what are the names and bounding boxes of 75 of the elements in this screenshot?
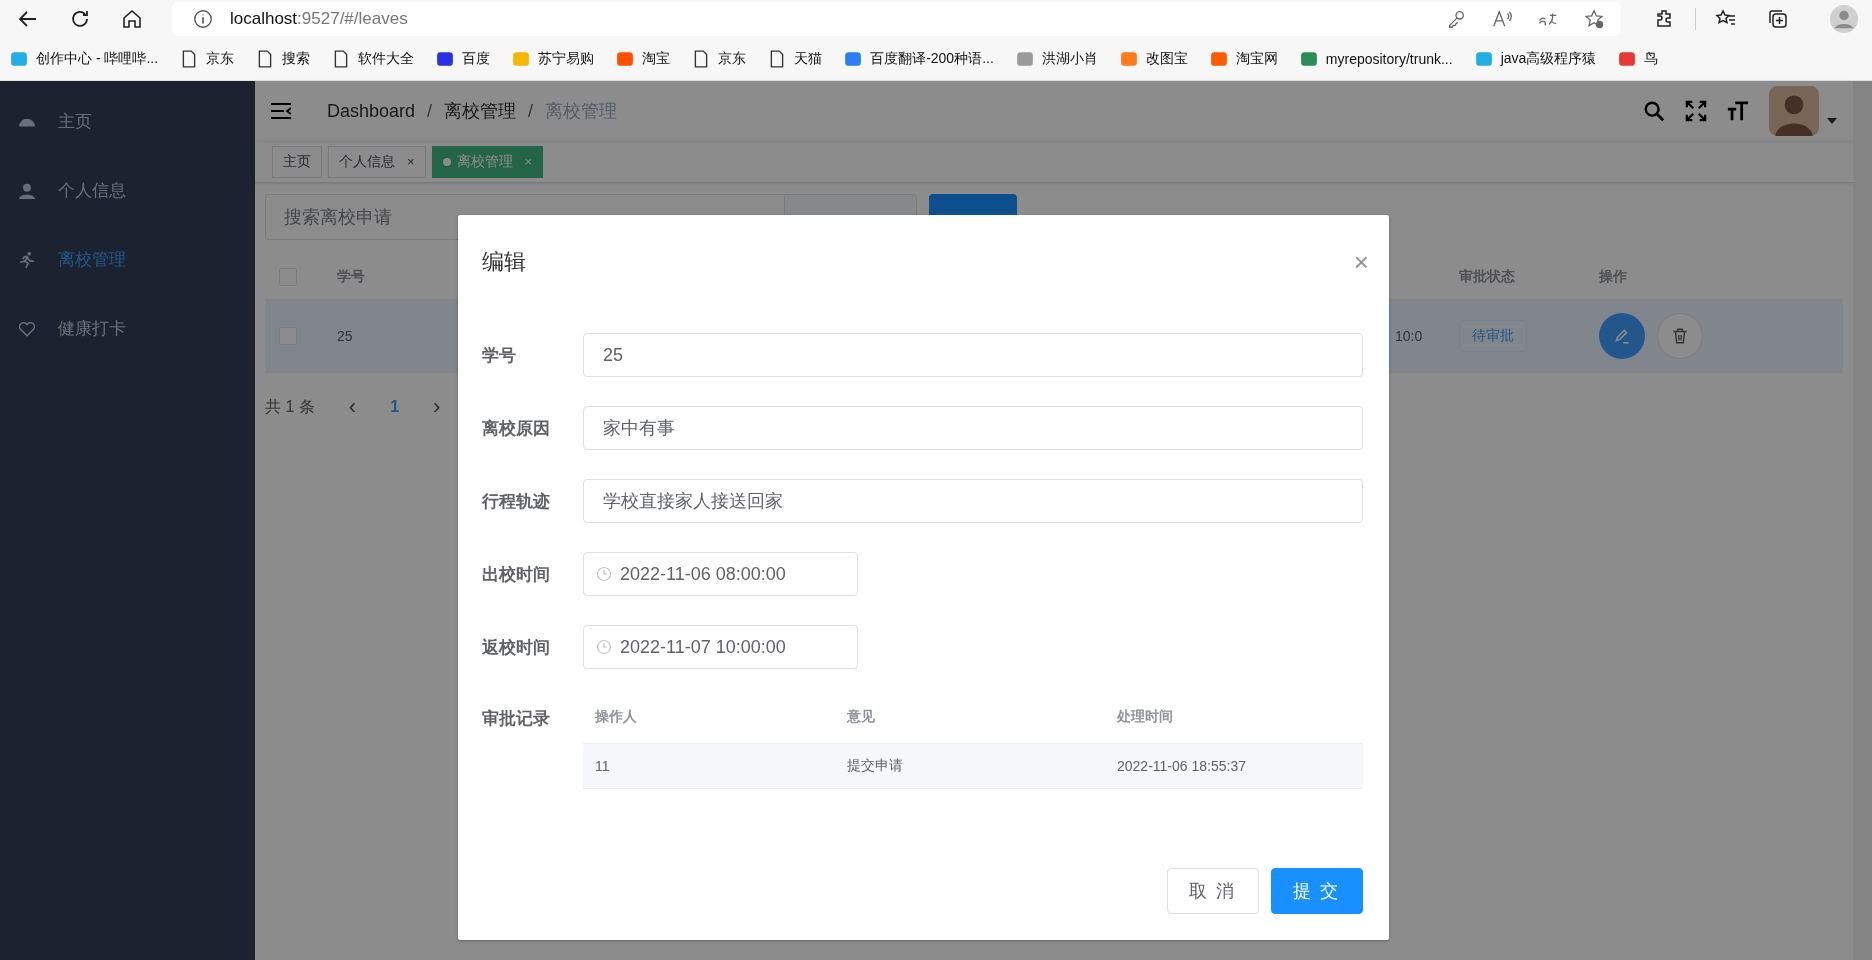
submit-button[interactable]: 提 交 [1271, 868, 1363, 914]
column-header: 审批状态 [1459, 268, 1515, 284]
heart-icon [18, 319, 36, 338]
breadcrumb-link[interactable]: Dashboard [327, 100, 416, 122]
bookmark[interactable]: 淘宝网 [1209, 50, 1278, 68]
field-label: 学号 [482, 344, 517, 367]
scrollbar[interactable] [1853, 81, 1872, 960]
bookmark[interactable]: 改图宝 [1119, 50, 1188, 68]
text-field[interactable]: 学校直接家人接送回家 [583, 479, 1363, 523]
home-icon[interactable] [120, 7, 144, 31]
field-label: 返校时间 [482, 636, 551, 659]
column-header: 学号 [337, 268, 365, 284]
menu-icon[interactable] [271, 103, 291, 119]
next-page-button[interactable]: › [433, 394, 441, 420]
address-bar[interactable]: localhost:9527/#/leaves [172, 2, 1621, 36]
table-cell: 25 [337, 328, 353, 344]
total-count: 共 1 条 [265, 396, 315, 417]
text-field[interactable]: 家中有事 [583, 406, 1363, 450]
field-label: 审批记录 [482, 708, 551, 730]
field-label: 出校时间 [482, 563, 551, 586]
field-label: 行程轨迹 [482, 490, 551, 513]
bookmark[interactable]: 百度翻译-200种语... [844, 50, 994, 68]
tag[interactable]: 个人信息 × [328, 145, 426, 178]
column-header: 操作人 [594, 708, 638, 726]
search-icon[interactable] [1643, 100, 1665, 122]
fullscreen-icon[interactable] [1685, 100, 1707, 122]
table-cell-text: 提交申请 [846, 757, 904, 775]
bookmark[interactable]: 百度 [436, 50, 491, 68]
bookmark[interactable]: 天猫 [768, 50, 823, 68]
dialog-title: 编辑 [482, 248, 526, 276]
column-header: 操作 [1599, 268, 1627, 284]
breadcrumb-separator: / [427, 100, 433, 122]
status-tag: 待审批 [1459, 320, 1527, 352]
date-picker[interactable]: 2022-11-07 10:00:00 [583, 625, 858, 669]
trash-icon [1671, 327, 1689, 345]
bookmark[interactable]: 创作中心 - 哔哩哔... [10, 50, 159, 68]
breadcrumb-separator: / [528, 100, 534, 122]
caret-icon[interactable] [1827, 118, 1837, 124]
bookmark[interactable]: 京东 [692, 50, 747, 68]
pencil-icon [1613, 327, 1631, 345]
info-icon[interactable] [192, 8, 214, 30]
table-cell-text: 11 [594, 758, 611, 774]
bookmark[interactable]: 淘宝 [616, 50, 671, 68]
person-icon [18, 181, 36, 200]
runner-icon [18, 250, 36, 269]
bookmark[interactable]: myrepository/trunk... [1299, 50, 1453, 68]
bookmark[interactable]: 京东 [180, 50, 235, 68]
column-header: 意见 [845, 708, 876, 726]
url-text: localhost:9527/#/leaves [230, 9, 409, 29]
text-field[interactable]: 25 [583, 333, 1363, 377]
add-favorite-icon[interactable] [1583, 8, 1605, 30]
bookmark[interactable]: 搜索 [256, 50, 311, 68]
prev-page-button[interactable]: ‹ [348, 394, 357, 420]
close-icon[interactable]: × [407, 154, 415, 169]
field-label: 离校原因 [482, 417, 551, 440]
bookmark[interactable]: 软件大全 [332, 50, 415, 68]
delete-button[interactable] [1657, 313, 1703, 359]
avatar[interactable] [1769, 86, 1819, 136]
collections-icon[interactable] [1766, 7, 1790, 31]
table-cell-text: 2022-11-06 18:55:37 [1116, 758, 1247, 774]
profile-icon[interactable] [1830, 5, 1858, 33]
font-size-icon[interactable] [1727, 100, 1749, 122]
bookmark[interactable]: 苏宁易购 [512, 50, 595, 68]
breadcrumb-link[interactable]: 离校管理 [444, 99, 517, 123]
bookmark[interactable]: 鸟 [1618, 50, 1659, 68]
date-picker[interactable]: 2022-11-06 08:00:00 [583, 552, 858, 596]
column-header: 处理时间 [1116, 708, 1174, 726]
table-cell: 10:0 [1395, 328, 1423, 344]
bookmark[interactable]: 洪湖小肖 [1015, 50, 1098, 68]
active-dot [442, 157, 451, 166]
tag[interactable]: 主页 [272, 145, 322, 178]
clock-icon [596, 639, 612, 655]
clock-icon [596, 566, 612, 582]
bookmark[interactable]: java高级程序猿 [1474, 50, 1597, 68]
cancel-button[interactable]: 取 消 [1167, 868, 1259, 914]
